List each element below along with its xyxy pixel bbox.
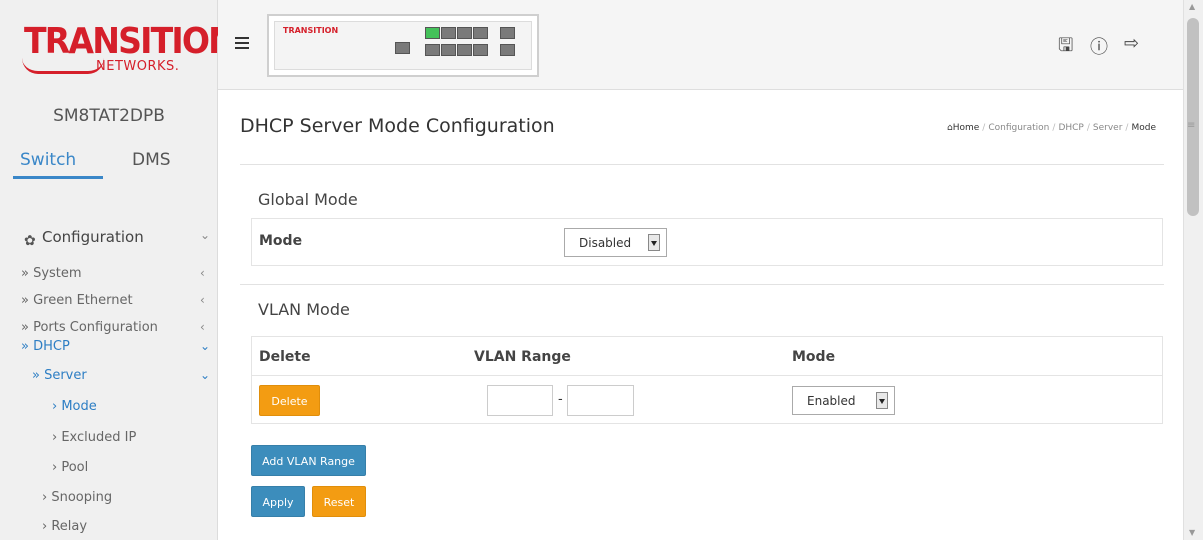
port-icon[interactable] <box>425 27 440 39</box>
sfp-port-icon[interactable] <box>500 27 515 39</box>
device-name: SM8TAT2DPB <box>53 106 165 126</box>
chevron-left-icon: ‹ <box>200 266 205 280</box>
port-icon[interactable] <box>457 27 472 39</box>
chevron-down-icon: ⌄ <box>200 339 211 353</box>
port-icon[interactable] <box>473 44 488 56</box>
breadcrumb-configuration[interactable]: Configuration <box>988 123 1049 133</box>
sidebar-item-label: Configuration <box>42 228 144 246</box>
sidebar-item-label: » Server <box>32 368 87 383</box>
main-content: DHCP Server Mode Configuration ⌂Home / Con… <box>218 91 1183 540</box>
column-header-delete: Delete <box>259 349 311 365</box>
vlan-mode-select[interactable]: Enabled <box>792 386 895 415</box>
global-mode-label: Mode <box>259 233 303 249</box>
vlan-range-end-input[interactable] <box>567 385 634 416</box>
sidebar-item-green-ethernet[interactable]: » Green Ethernet ‹ <box>0 287 218 317</box>
sidebar-item-pool[interactable]: › Pool <box>0 454 218 484</box>
mode-tabs: Switch DMS <box>0 150 218 179</box>
sidebar-item-label: › Pool <box>52 460 89 475</box>
transition-networks-logo: TRANSITION NETWORKS. <box>10 0 236 90</box>
logout-icon[interactable]: ⇨ <box>1124 33 1139 54</box>
help-icon[interactable]: ⓘ <box>1090 33 1108 59</box>
port-icon[interactable] <box>425 44 440 56</box>
add-vlan-range-button[interactable]: Add VLAN Range <box>251 445 366 476</box>
vlan-range-start-input[interactable] <box>487 385 553 416</box>
save-icon[interactable]: 🖫 <box>1058 33 1073 63</box>
scroll-down-arrow-icon[interactable]: ▼ <box>1189 528 1195 537</box>
chevron-down-icon: ⌄ <box>200 368 211 382</box>
sidebar-item-label: › Snooping <box>42 490 113 505</box>
tab-dms[interactable]: DMS <box>132 150 171 170</box>
sidebar-item-server[interactable]: » Server ⌄ <box>0 362 218 392</box>
chevron-left-icon: ‹ <box>200 320 205 334</box>
scroll-thumb[interactable] <box>1187 18 1199 216</box>
logo-swoosh <box>22 58 104 74</box>
sidebar-item-mode[interactable]: › Mode <box>0 393 218 423</box>
delete-button[interactable]: Delete <box>259 385 320 416</box>
sidebar-item-label: » DHCP <box>21 339 70 354</box>
breadcrumb-server[interactable]: Server <box>1093 123 1123 133</box>
sidebar-item-dhcp[interactable]: » DHCP ⌄ <box>0 333 218 363</box>
vlan-mode-title: VLAN Mode <box>258 300 350 319</box>
logo-text-bottom: NETWORKS. <box>96 59 180 74</box>
scrollbar[interactable]: ▲ ▼ <box>1183 0 1203 540</box>
sidebar-item-system[interactable]: » System ‹ <box>0 260 218 290</box>
logo-text-top: TRANSITION <box>24 21 236 62</box>
chevron-down-icon <box>876 392 888 409</box>
sidebar-item-label: › Mode <box>52 399 97 414</box>
resize-handle-icon[interactable]: ≡ <box>1187 120 1195 131</box>
active-tab-underline <box>13 176 103 179</box>
port-icon[interactable] <box>473 27 488 39</box>
page-title: DHCP Server Mode Configuration <box>240 115 555 137</box>
column-header-mode: Mode <box>792 349 836 365</box>
sidebar-item-snooping[interactable]: › Snooping <box>0 484 218 514</box>
column-header-vlan-range: VLAN Range <box>474 349 571 365</box>
reset-button[interactable]: Reset <box>312 486 366 517</box>
sidebar-item-label: › Excluded IP <box>52 430 137 445</box>
sidebar-item-relay[interactable]: › Relay <box>0 513 218 540</box>
apply-button[interactable]: Apply <box>251 486 305 517</box>
sidebar: TRANSITION NETWORKS. SM8TAT2DPB Switch D… <box>0 0 236 540</box>
sidebar-item-label: › Relay <box>42 519 88 534</box>
gear-icon: ✿ <box>24 233 36 249</box>
port-icon[interactable] <box>441 27 456 39</box>
tab-switch[interactable]: Switch <box>20 150 76 170</box>
global-mode-panel: Mode Disabled <box>251 218 1163 266</box>
scroll-up-arrow-icon[interactable]: ▲ <box>1189 2 1195 11</box>
vlan-mode-table: Delete VLAN Range Mode Delete - Enabled <box>251 336 1163 424</box>
port-icon[interactable] <box>457 44 472 56</box>
breadcrumb-home[interactable]: ⌂Home <box>947 123 979 133</box>
breadcrumb: ⌂Home / Configuration / DHCP / Server / Mode <box>947 123 1156 133</box>
chevron-left-icon: ‹ <box>200 293 205 307</box>
device-logo: TRANSITION <box>283 26 339 35</box>
port-icon[interactable] <box>395 42 410 54</box>
divider <box>240 164 1164 165</box>
divider <box>240 284 1164 285</box>
breadcrumb-mode: Mode <box>1131 123 1156 133</box>
sidebar-item-excluded-ip[interactable]: › Excluded IP <box>0 424 218 454</box>
sidebar-item-configuration[interactable]: ✿ Configuration ⌄ <box>0 222 218 252</box>
chevron-down-icon <box>648 234 660 251</box>
global-mode-title: Global Mode <box>258 190 358 209</box>
range-separator: - <box>558 392 563 407</box>
sidebar-item-label: » Green Ethernet <box>21 293 133 308</box>
breadcrumb-dhcp[interactable]: DHCP <box>1058 123 1083 133</box>
global-mode-select[interactable]: Disabled <box>564 228 667 257</box>
sfp-port-icon[interactable] <box>500 44 515 56</box>
chevron-down-icon: ⌄ <box>200 228 211 242</box>
port-icon[interactable] <box>441 44 456 56</box>
top-bar: TRANSITION 🖫 ⓘ ⇨ <box>218 0 1183 90</box>
device-panel-image: TRANSITION <box>267 14 539 77</box>
sidebar-item-label: » System <box>21 266 82 281</box>
hamburger-menu-icon[interactable] <box>235 37 249 51</box>
